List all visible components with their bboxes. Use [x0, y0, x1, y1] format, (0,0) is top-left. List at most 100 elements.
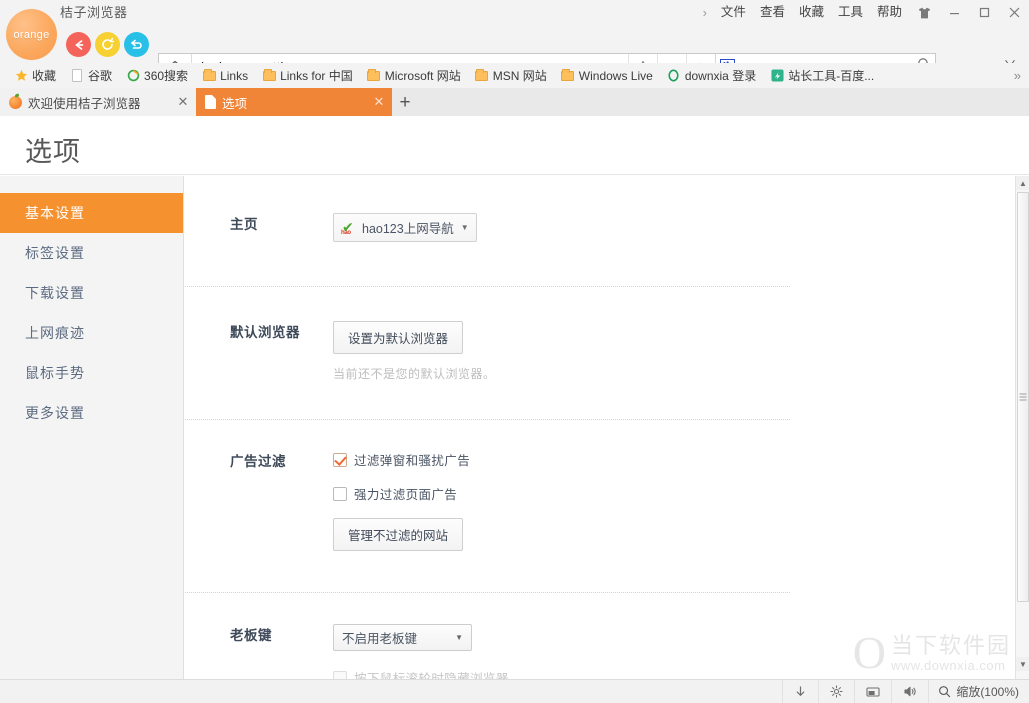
close-button[interactable]	[999, 0, 1029, 25]
section-ad-filter: 广告过滤 过滤弹窗和骚扰广告 强力过滤页面广告 管理不过滤的网站	[185, 420, 1015, 593]
homepage-select-button[interactable]: ✔hao hao123上网导航 ▼	[333, 213, 477, 242]
minimize-button[interactable]	[939, 0, 969, 25]
options-sidebar: 基本设置 标签设置 下载设置 上网痕迹 鼠标手势 更多设置	[0, 176, 184, 679]
options-content: 主页 ✔hao hao123上网导航 ▼ 默认浏览器 设置为默认	[185, 176, 1015, 679]
bookmark-label: Microsoft 网站	[385, 67, 461, 84]
bookmarks-overflow-icon[interactable]: »	[1014, 68, 1021, 83]
boss-key-wheel-checkbox	[333, 671, 347, 680]
bookmark-zhanzhang-tools[interactable]: 站长工具-百度...	[764, 66, 880, 86]
bookmark-360-search[interactable]: 360搜索	[120, 66, 194, 86]
bookmark-microsoft-site[interactable]: Microsoft 网站	[361, 66, 467, 86]
sidebar-item-tab-settings[interactable]: 标签设置	[0, 233, 183, 273]
sidebar-item-label: 更多设置	[25, 403, 85, 423]
menu-favorites[interactable]: 收藏	[792, 0, 831, 25]
folder-icon	[475, 69, 489, 83]
menu-tools[interactable]: 工具	[831, 0, 870, 25]
boss-key-label: 老板键	[185, 624, 333, 644]
page-icon	[205, 95, 216, 109]
new-tab-button[interactable]: +	[392, 90, 418, 116]
bookmark-label: 谷歌	[88, 67, 112, 84]
folder-icon	[262, 69, 276, 83]
ad-filter-popup-label: 过滤弹窗和骚扰广告	[354, 450, 470, 469]
maximize-button[interactable]	[969, 0, 999, 25]
sidebar-item-label: 鼠标手势	[25, 363, 85, 383]
sidebar-item-label: 下载设置	[25, 283, 85, 303]
menu-file[interactable]: 文件	[714, 0, 753, 25]
gear-icon[interactable]	[818, 680, 854, 703]
content-scrollbar[interactable]: ▲ ▼	[1015, 176, 1029, 679]
tab-options[interactable]: 选项 ✕	[196, 88, 392, 116]
boss-key-wheel-label: 按下鼠标滚轮时隐藏浏览器	[354, 668, 509, 679]
boss-key-select[interactable]: 不启用老板键 ▼	[333, 624, 472, 651]
orange-fruit-icon	[9, 96, 22, 109]
back-button[interactable]	[66, 32, 91, 57]
default-browser-label: 默认浏览器	[185, 321, 333, 341]
sidebar-item-label: 标签设置	[25, 243, 85, 263]
menu-help[interactable]: 帮助	[870, 0, 909, 25]
bookmark-label: Links for 中国	[280, 67, 353, 84]
scrollbar-grip-icon	[1020, 394, 1027, 401]
default-browser-hint: 当前还不是您的默认浏览器。	[333, 365, 1015, 382]
tab-close-button[interactable]: ✕	[176, 94, 190, 110]
star-icon	[14, 69, 28, 83]
scrollbar-thumb[interactable]	[1017, 192, 1029, 602]
bookmark-links-for-china[interactable]: Links for 中国	[256, 66, 359, 86]
speaker-icon[interactable]	[891, 680, 928, 703]
tab-label: 选项	[222, 93, 366, 112]
bookmark-google[interactable]: 谷歌	[64, 66, 118, 86]
folder-icon	[202, 69, 216, 83]
opera-o-icon	[667, 69, 681, 83]
bookmark-label: Windows Live	[579, 69, 653, 83]
homepage-label: 主页	[185, 213, 333, 233]
ad-filter-popup-checkbox[interactable]	[333, 453, 347, 467]
app-title: 桔子浏览器	[60, 2, 128, 21]
ad-filter-strong-row[interactable]: 强力过滤页面广告	[333, 484, 1015, 503]
bookmark-links[interactable]: Links	[196, 66, 254, 86]
section-default-browser: 默认浏览器 设置为默认浏览器 当前还不是您的默认浏览器。	[185, 287, 1015, 420]
ad-filter-popup-row[interactable]: 过滤弹窗和骚扰广告	[333, 450, 1015, 469]
menu-expand-icon[interactable]: ›	[696, 0, 714, 25]
bookmark-label: 360搜索	[144, 67, 188, 84]
manage-whitelist-button[interactable]: 管理不过滤的网站	[333, 518, 463, 551]
tab-label: 欢迎使用桔子浏览器	[28, 93, 170, 112]
refresh-button[interactable]	[95, 32, 120, 57]
tab-welcome[interactable]: 欢迎使用桔子浏览器 ✕	[0, 88, 196, 116]
bookmark-msn-site[interactable]: MSN 网站	[469, 66, 553, 86]
restore-button[interactable]	[124, 32, 149, 57]
ad-filter-strong-checkbox[interactable]	[333, 487, 347, 501]
ad-filter-strong-label: 强力过滤页面广告	[354, 484, 457, 503]
bookmark-favorites[interactable]: 收藏	[8, 66, 62, 86]
sidebar-item-mouse-gestures[interactable]: 鼠标手势	[0, 353, 183, 393]
page-icon	[70, 69, 84, 83]
menu-view[interactable]: 查看	[753, 0, 792, 25]
bookmark-label: MSN 网站	[493, 67, 547, 84]
bookmark-windows-live[interactable]: Windows Live	[555, 66, 659, 86]
set-default-browser-button[interactable]: 设置为默认浏览器	[333, 321, 463, 354]
window-mode-icon[interactable]	[854, 680, 891, 703]
sidebar-item-browsing-history[interactable]: 上网痕迹	[0, 313, 183, 353]
bookmark-downxia-login[interactable]: downxia 登录	[661, 66, 762, 86]
ad-filter-label: 广告过滤	[185, 450, 333, 470]
bookmark-label: Links	[220, 69, 248, 83]
bookmarks-bar: 收藏 谷歌 360搜索 Links Links for 中国 Microsoft…	[0, 63, 1029, 88]
folder-icon	[367, 69, 381, 83]
bookmark-label: 站长工具-百度...	[788, 67, 874, 84]
circle-icon	[126, 69, 140, 83]
sidebar-item-download-settings[interactable]: 下载设置	[0, 273, 183, 313]
status-bar: 缩放(100%)	[0, 679, 1029, 703]
chevron-down-icon: ▼	[461, 223, 469, 232]
sidebar-item-more-settings[interactable]: 更多设置	[0, 393, 183, 433]
download-arrow-icon[interactable]	[782, 680, 818, 703]
green-square-icon	[770, 69, 784, 83]
zoom-status[interactable]: 缩放(100%)	[928, 680, 1029, 703]
title-bar-right: › 文件 查看 收藏 工具 帮助	[696, 0, 1029, 25]
tab-close-button[interactable]: ✕	[372, 94, 386, 110]
shirt-icon[interactable]	[909, 0, 939, 25]
options-header: 选项	[0, 116, 1029, 175]
bookmark-label: downxia 登录	[685, 67, 756, 84]
app-logo: orange	[6, 9, 57, 60]
scroll-down-button[interactable]: ▼	[1016, 657, 1029, 671]
sidebar-item-basic-settings[interactable]: 基本设置	[0, 193, 183, 233]
zoom-label: 缩放(100%)	[956, 683, 1019, 700]
scroll-up-button[interactable]: ▲	[1016, 176, 1029, 190]
